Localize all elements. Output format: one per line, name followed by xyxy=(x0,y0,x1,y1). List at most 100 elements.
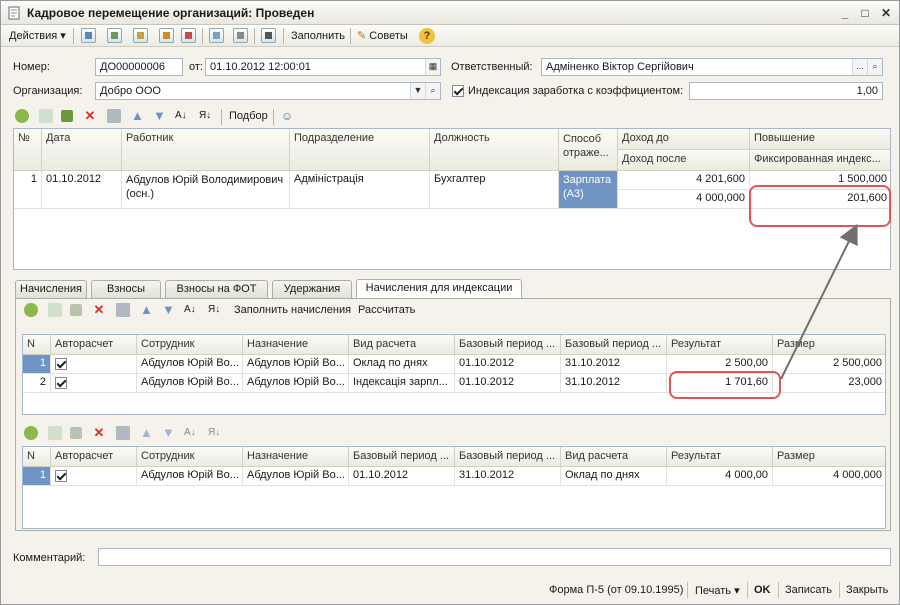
table-row-n[interactable]: 1 xyxy=(23,355,51,374)
close-window-button[interactable]: ✕ xyxy=(878,5,894,21)
tab-contributions[interactable]: Взносы xyxy=(91,280,161,298)
col-n[interactable]: N xyxy=(23,335,51,355)
auto-checkbox[interactable] xyxy=(55,470,67,482)
col-base-start[interactable]: Базовый период ... xyxy=(455,335,561,355)
table-row-n[interactable]: 2 xyxy=(23,374,51,393)
edit-row-icon[interactable] xyxy=(70,304,82,316)
help-icon[interactable]: ? xyxy=(419,28,435,44)
tab-deductions[interactable]: Удержания xyxy=(272,280,352,298)
search-icon[interactable]: ⌕ xyxy=(867,59,882,75)
fill-button[interactable]: Заполнить xyxy=(291,28,345,44)
sort-asc-icon[interactable]: A↓ xyxy=(184,426,198,440)
date-field[interactable]: 01.10.2012 12:00:01 ▦ xyxy=(205,58,441,76)
table-row-base-start[interactable]: 01.10.2012 xyxy=(455,374,561,393)
table-row-method[interactable]: Зарплата (А3) xyxy=(559,171,618,209)
ok-button[interactable]: OK xyxy=(754,584,771,596)
auto-checkbox[interactable] xyxy=(55,377,67,389)
col-fixed-index[interactable]: Фиксированная индекс... xyxy=(750,150,890,171)
col-date[interactable]: Дата xyxy=(42,129,122,171)
add-row-icon[interactable] xyxy=(24,303,38,317)
move-down-icon[interactable]: ▼ xyxy=(162,426,176,440)
col-income-before[interactable]: Доход до xyxy=(618,129,750,150)
table-row-base-end[interactable]: 31.10.2012 xyxy=(561,355,667,374)
pick-button[interactable]: Подбор xyxy=(229,110,268,122)
move-up-icon[interactable]: ▲ xyxy=(140,426,154,440)
refresh-icon[interactable] xyxy=(107,28,122,43)
delete-row-icon[interactable]: ✕ xyxy=(83,109,97,123)
end-edit-icon[interactable] xyxy=(107,109,121,123)
table-row-worker[interactable]: Абдулов Юрій Володимирович (осн.) xyxy=(122,171,290,209)
col-increase[interactable]: Повышение xyxy=(750,129,890,150)
col-worker[interactable]: Работник xyxy=(122,129,290,171)
move-up-icon[interactable]: ▲ xyxy=(140,303,154,317)
col-n[interactable]: № xyxy=(14,129,42,171)
responsible-field[interactable]: Адміненко Віктор Сергійович ... ⌕ xyxy=(541,58,883,76)
calculate-button[interactable]: Рассчитать xyxy=(358,304,415,316)
move-down-icon[interactable]: ▼ xyxy=(153,109,167,123)
col-purpose[interactable]: Назначение xyxy=(243,447,349,467)
col-n[interactable]: N xyxy=(23,447,51,467)
table-row-result[interactable]: 4 000,00 xyxy=(667,467,773,486)
table-row-employee[interactable]: Абдулов Юрій Во... xyxy=(137,355,243,374)
fill-accruals-button[interactable]: Заполнить начисления xyxy=(234,304,351,316)
tab-fot-contributions[interactable]: Взносы на ФОТ xyxy=(165,280,268,298)
tips-button[interactable]: ✎ Советы xyxy=(357,28,408,44)
form-link[interactable]: Форма П-5 (от 09.10.1995) xyxy=(549,584,683,596)
sort-asc-icon[interactable]: A↓ xyxy=(184,303,198,317)
sort-desc-icon[interactable]: Я↓ xyxy=(208,426,222,440)
copy-row-icon[interactable] xyxy=(39,109,53,123)
nav-back-icon[interactable] xyxy=(81,28,96,43)
report-icon[interactable] xyxy=(233,28,248,43)
maximize-button[interactable]: □ xyxy=(857,5,873,21)
table-row-purpose[interactable]: Абдулов Юрій Во... xyxy=(243,355,349,374)
table-row-employee[interactable]: Абдулов Юрій Во... xyxy=(137,374,243,393)
table-row-auto[interactable] xyxy=(51,355,137,374)
delete-row-icon[interactable]: ✕ xyxy=(92,303,106,317)
table-row-income-before[interactable]: 4 201,600 xyxy=(618,171,750,190)
table-row-base-start[interactable]: 01.10.2012 xyxy=(349,467,455,486)
save-button[interactable]: Записать xyxy=(785,584,832,596)
chevron-down-icon[interactable]: ▼ xyxy=(410,83,425,99)
table-row-income-after[interactable]: 4 000,000 xyxy=(618,190,750,209)
print-button[interactable]: Печать ▾ xyxy=(695,584,740,597)
col-department[interactable]: Подразделение xyxy=(290,129,430,171)
copy-row-icon[interactable] xyxy=(48,303,62,317)
indexation-checkbox[interactable] xyxy=(452,85,464,97)
col-result[interactable]: Результат xyxy=(667,447,773,467)
copy-icon[interactable] xyxy=(133,28,148,43)
col-income-after[interactable]: Доход после xyxy=(618,150,750,171)
col-employee[interactable]: Сотрудник xyxy=(137,447,243,467)
table-row-base-end[interactable]: 31.10.2012 xyxy=(455,467,561,486)
table-row-n[interactable]: 1 xyxy=(23,467,51,486)
table-row-calc-type[interactable]: Індексація зарпл... xyxy=(349,374,455,393)
organization-field[interactable]: Добро ООО ▼ ⌕ xyxy=(95,82,441,100)
col-calc-type[interactable]: Вид расчета xyxy=(561,447,667,467)
table-row-position[interactable]: Бухгалтер xyxy=(430,171,559,209)
select-responsible-button[interactable]: ... xyxy=(852,59,867,75)
end-edit-icon[interactable] xyxy=(116,426,130,440)
sort-desc-icon[interactable]: Я↓ xyxy=(208,303,222,317)
col-auto[interactable]: Авторасчет xyxy=(51,447,137,467)
col-base-start[interactable]: Базовый период ... xyxy=(349,447,455,467)
comment-field[interactable] xyxy=(98,548,891,566)
minimize-button[interactable]: _ xyxy=(837,5,853,21)
col-method[interactable]: Способ отраже... xyxy=(559,129,618,171)
close-button[interactable]: Закрыть xyxy=(846,584,888,596)
delete-row-icon[interactable]: ✕ xyxy=(92,426,106,440)
structure-icon[interactable] xyxy=(261,28,276,43)
add-row-icon[interactable] xyxy=(24,426,38,440)
col-base-end[interactable]: Базовый период ... xyxy=(455,447,561,467)
col-purpose[interactable]: Назначение xyxy=(243,335,349,355)
table-row-base-start[interactable]: 01.10.2012 xyxy=(455,355,561,374)
table-row-n[interactable]: 1 xyxy=(14,171,42,209)
move-up-icon[interactable]: ▲ xyxy=(131,109,145,123)
preview-icon[interactable] xyxy=(209,28,224,43)
auto-checkbox[interactable] xyxy=(55,358,67,370)
table-row-date[interactable]: 01.10.2012 xyxy=(42,171,122,209)
calendar-icon[interactable]: ▦ xyxy=(425,59,440,75)
table-row-purpose[interactable]: Абдулов Юрій Во... xyxy=(243,467,349,486)
col-amount[interactable]: Размер xyxy=(773,447,885,467)
col-employee[interactable]: Сотрудник xyxy=(137,335,243,355)
col-calc-type[interactable]: Вид расчета xyxy=(349,335,455,355)
sort-asc-icon[interactable]: A↓ xyxy=(175,109,189,123)
